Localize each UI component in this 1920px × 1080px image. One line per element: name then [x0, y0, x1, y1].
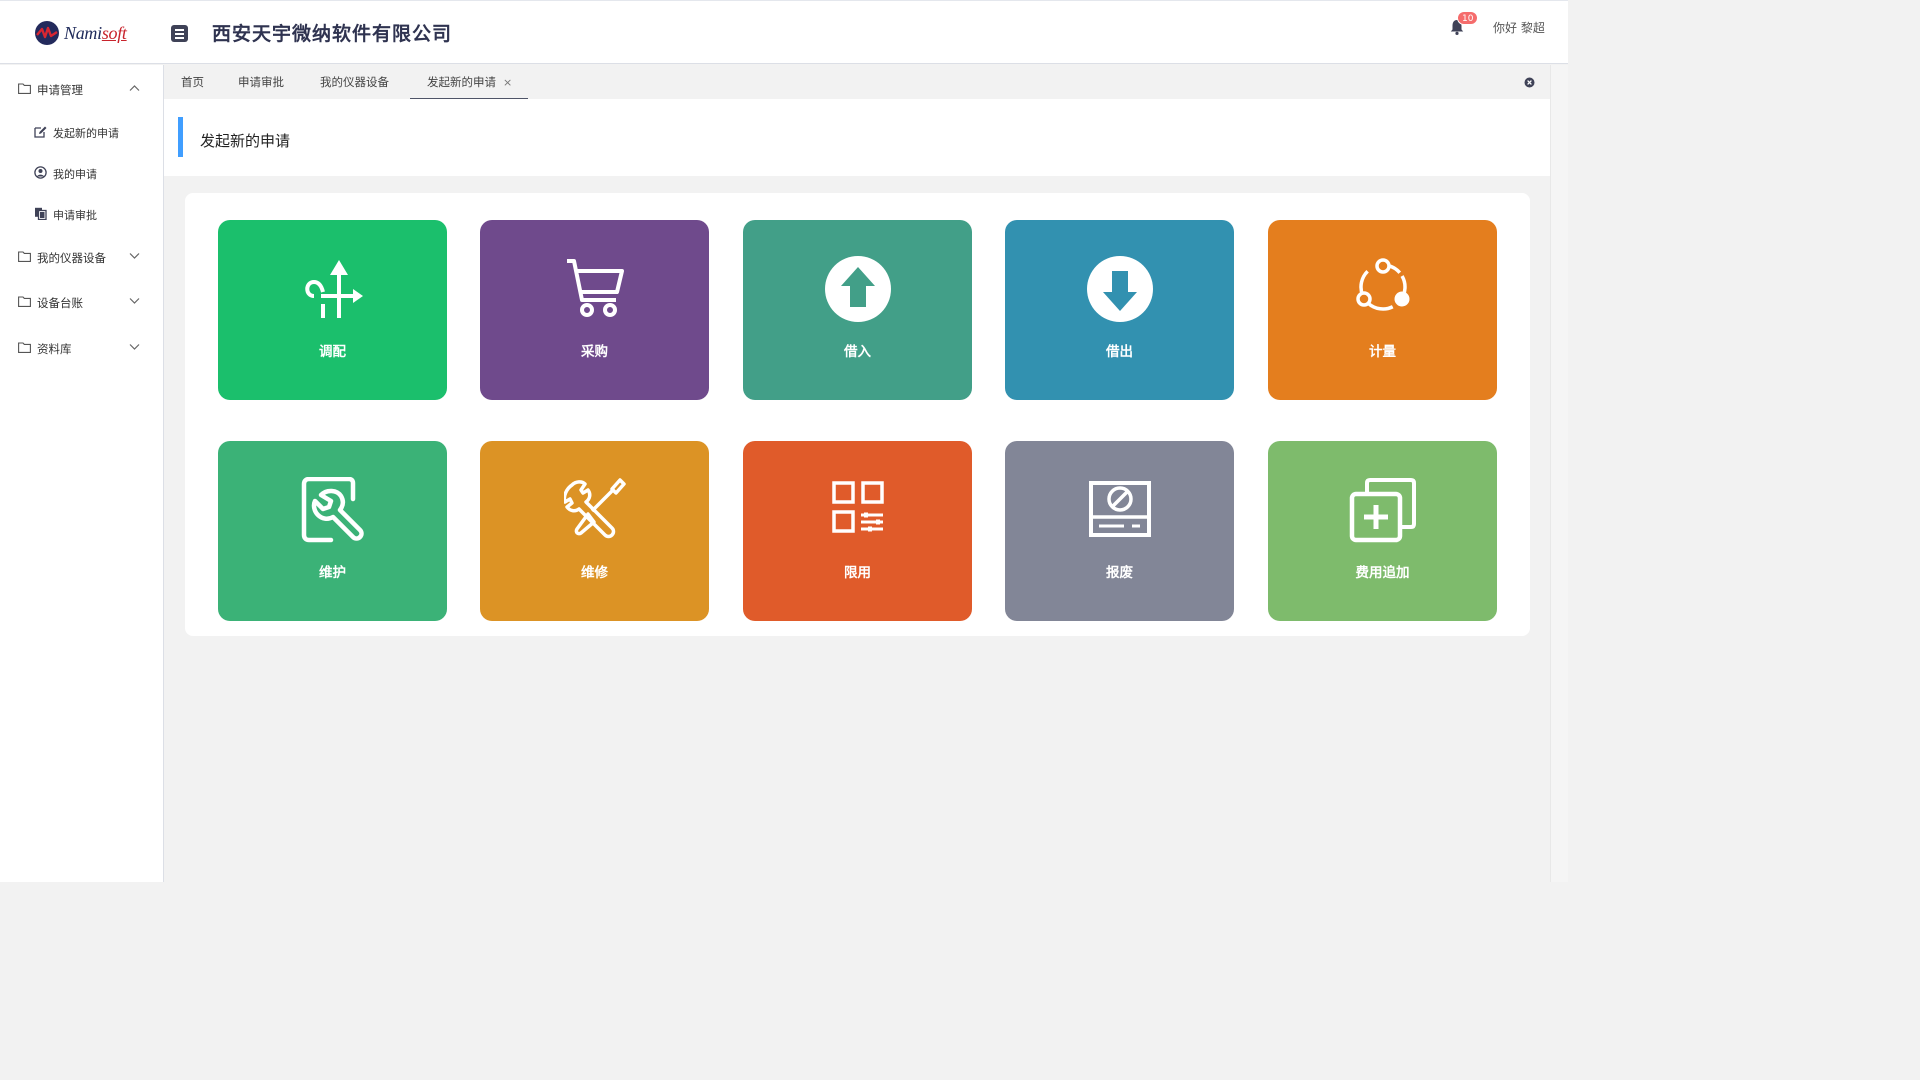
chevron-up-icon: [129, 85, 140, 91]
logo-text: Namisoft: [64, 22, 127, 43]
tab-label: 发起新的申请: [427, 75, 496, 89]
tab-label: 我的仪器设备: [320, 75, 389, 89]
user-greeting[interactable]: 你好 黎超: [1493, 19, 1545, 36]
close-all-tabs-icon[interactable]: [1524, 77, 1535, 88]
sidebar-item-my-applications[interactable]: 我的申请: [0, 159, 163, 187]
chevron-down-icon: [129, 344, 140, 350]
tile-borrow-in[interactable]: 借入: [743, 220, 972, 400]
folder-icon: [18, 342, 31, 353]
sidebar-group-label: 资料库: [37, 342, 72, 356]
tile-label: 计量: [1369, 344, 1396, 360]
folder-icon: [18, 296, 31, 307]
sidebar-group-label: 设备台账: [37, 296, 83, 310]
title-accent-bar: [178, 117, 183, 157]
edit-icon: [34, 126, 47, 138]
namisoft-logo-icon: [35, 21, 59, 45]
tile-maintenance[interactable]: 维护: [218, 441, 447, 621]
tile-scrap[interactable]: 报废: [1005, 441, 1234, 621]
page-title: 发起新的申请: [200, 132, 291, 150]
tile-purchase[interactable]: 采购: [480, 220, 709, 400]
chevron-down-icon: [129, 253, 140, 259]
tile-label: 限用: [844, 565, 871, 581]
tile-label: 借出: [1106, 344, 1133, 360]
copy-plus-icon: [1349, 478, 1416, 543]
folder-icon: [18, 251, 31, 262]
grid-settings-icon: [831, 481, 884, 533]
sidebar-item-new-application[interactable]: 发起新的申请: [0, 118, 163, 146]
menu-toggle-button[interactable]: [171, 25, 188, 42]
sidebar-item-label: 申请审批: [53, 209, 97, 222]
top-header: Namisoft 西安天宇微纳软件有限公司 10 你好 黎超: [0, 0, 1568, 64]
notification-badge: 10: [1457, 11, 1479, 25]
sidebar-group-label: 申请管理: [37, 83, 83, 97]
tile-label: 采购: [581, 344, 608, 360]
sidebar-group-label: 我的仪器设备: [37, 251, 106, 265]
logo[interactable]: Namisoft: [34, 19, 127, 47]
tab-close-icon[interactable]: ×: [503, 76, 512, 89]
tile-label: 借入: [844, 344, 871, 360]
tab-new-application[interactable]: 发起新的申请 ×: [410, 65, 528, 99]
copy-icon: [35, 207, 47, 220]
tab-bar: 首页 申请审批 我的仪器设备 发起新的申请 ×: [164, 65, 1550, 99]
tab-my-instruments[interactable]: 我的仪器设备: [320, 65, 389, 99]
tile-label: 维修: [581, 565, 608, 581]
tile-cost-addition[interactable]: 费用追加: [1268, 441, 1497, 621]
tile-repair[interactable]: 维修: [480, 441, 709, 621]
wrench-search-icon: [301, 477, 364, 543]
tools-icon: [563, 478, 626, 539]
tab-application-approval[interactable]: 申请审批: [238, 65, 284, 99]
transfer-arrows-icon: [304, 260, 363, 318]
tile-label: 调配: [319, 344, 346, 360]
tile-transfer[interactable]: 调配: [218, 220, 447, 400]
sidebar-item-label: 我的申请: [53, 168, 97, 181]
folder-icon: [18, 83, 31, 94]
user-circle-icon: [34, 166, 47, 179]
tile-lend-out[interactable]: 借出: [1005, 220, 1234, 400]
tab-home[interactable]: 首页: [181, 65, 204, 99]
share-nodes-icon: [1355, 258, 1409, 311]
application-type-panel: 调配 采购 借入 借出 计量 维护 维修 限用 报废 费用追加: [185, 193, 1530, 636]
tab-label: 首页: [181, 75, 204, 89]
sidebar-group-application-management[interactable]: 申请管理: [0, 74, 163, 104]
sidebar-group-my-instruments[interactable]: 我的仪器设备: [0, 242, 163, 272]
sidebar-item-label: 发起新的申请: [53, 127, 119, 140]
page-title-panel: 发起新的申请: [164, 99, 1550, 176]
sidebar-group-library[interactable]: 资料库: [0, 333, 163, 363]
tile-label: 报废: [1106, 565, 1133, 581]
device-ban-icon: [1088, 481, 1151, 537]
chevron-down-icon: [129, 298, 140, 304]
tile-metrology[interactable]: 计量: [1268, 220, 1497, 400]
tile-label: 维护: [319, 565, 346, 581]
sidebar-item-application-approval[interactable]: 申请审批: [0, 200, 163, 228]
sidebar-group-equipment-ledger[interactable]: 设备台账: [0, 287, 163, 317]
circle-arrow-up-icon: [824, 256, 891, 322]
sidebar: 申请管理 发起新的申请 我的申请 申请审批 我的仪器设备 设备台账 资料库: [0, 65, 164, 882]
company-name: 西安天宇微纳软件有限公司: [212, 23, 453, 45]
vertical-scrollbar[interactable]: [1550, 65, 1568, 882]
circle-arrow-down-icon: [1086, 256, 1153, 322]
tile-restricted-use[interactable]: 限用: [743, 441, 972, 621]
shopping-cart-icon: [566, 259, 624, 317]
tab-label: 申请审批: [238, 75, 284, 89]
tile-label: 费用追加: [1355, 565, 1410, 581]
